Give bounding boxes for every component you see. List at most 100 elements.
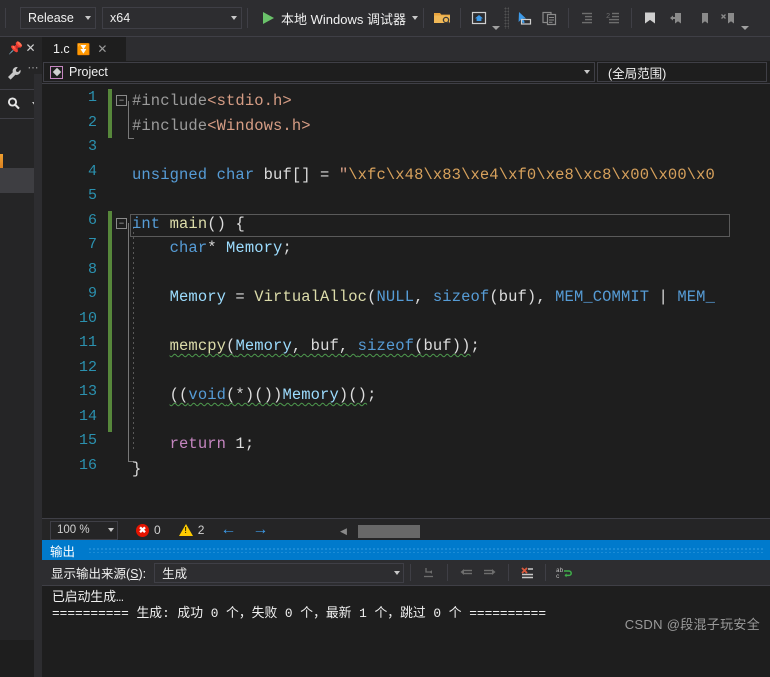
error-count-badge[interactable]: ✖ 0	[136, 523, 161, 537]
line-number: 10	[78, 309, 97, 327]
code-token: sizeof	[357, 337, 415, 355]
code-token: Memory	[235, 337, 292, 355]
open-folder-search-icon[interactable]	[429, 6, 455, 30]
left-dock-header: 📌 ✕	[0, 37, 42, 59]
toolbar-separator	[508, 564, 510, 581]
line-number: 7	[87, 236, 97, 253]
output-source-value: 生成	[162, 567, 188, 581]
project-dropdown[interactable]: Project	[43, 62, 595, 82]
code-line[interactable]: 16}	[42, 457, 770, 482]
project-name: Project	[69, 65, 108, 79]
output-source-label: 显示输出来源(S):	[51, 563, 146, 582]
pin-icon[interactable]: 📌	[8, 40, 23, 56]
outdent-icon[interactable]: 2	[600, 6, 626, 30]
code-token: "	[338, 165, 349, 184]
scroll-left-icon[interactable]: ◀	[340, 526, 347, 537]
toolbar-separator	[545, 564, 547, 581]
toolbar-separator	[630, 8, 632, 28]
copy-lines-icon[interactable]	[537, 6, 563, 30]
scope-dropdown[interactable]: (全局范围)	[597, 62, 767, 82]
wrench-icon	[7, 67, 21, 80]
toolbar-drag-handle[interactable]	[503, 7, 509, 29]
document-tab-1c[interactable]: 1.c ⏬ ✕	[42, 37, 126, 61]
toolbar-overflow-icon[interactable]	[740, 26, 749, 30]
arrow-right-icon[interactable]: →	[252, 522, 268, 538]
fold-collapse-icon[interactable]: −	[116, 95, 127, 106]
output-pane: 输出 显示输出来源(S): 生成 ab c 已启动生成… ========== …	[42, 540, 770, 640]
editor-zone: 1.c ⏬ ✕ Project (全局范围) 1 − #include<stdi…	[42, 37, 770, 541]
code-lines: 1− #include<stdio.h> 2 #include<Windows.h> 3…	[42, 89, 770, 481]
code-line[interactable]: 2 #include<Windows.h>	[42, 114, 770, 139]
line-number: 2	[87, 113, 97, 131]
code-line[interactable]: 13 ((void(*)())Memory)();	[42, 383, 770, 408]
code-line[interactable]: 14	[42, 408, 770, 433]
code-line[interactable]: 15 return 1;	[42, 432, 770, 457]
toolbar-separator	[422, 8, 424, 28]
code-token: return	[169, 435, 227, 453]
code-line[interactable]: 9 Memory = VirtualAlloc(NULL, sizeof(buf…	[42, 285, 770, 310]
code-token: VirtualAlloc	[254, 288, 368, 306]
start-debugging-button[interactable]: 本地 Windows 调试器	[263, 9, 418, 28]
close-icon[interactable]: ✕	[23, 40, 38, 56]
next-message-icon[interactable]	[478, 562, 502, 584]
more-options-icon[interactable]: ⋯	[28, 61, 39, 74]
code-line[interactable]: 10	[42, 310, 770, 335]
line-number: 15	[78, 432, 97, 449]
scrollbar-thumb[interactable]	[357, 525, 420, 538]
code-line[interactable]: 11 memcpy(Memory, buf, sizeof(buf));	[42, 334, 770, 359]
code-line[interactable]: 6 − int main() {	[42, 212, 770, 237]
start-debugging-label: 本地 Windows 调试器	[281, 11, 406, 27]
code-line[interactable]: 8	[42, 261, 770, 286]
clear-all-icon[interactable]	[515, 562, 539, 584]
code-line[interactable]: 1 − #include<stdio.h>	[42, 89, 770, 114]
code-token: main	[169, 214, 208, 233]
code-text: Memory = VirtualAlloc(NULL, sizeof(buf),…	[132, 285, 715, 310]
previous-message-icon[interactable]	[454, 562, 478, 584]
error-circle-icon: ✖	[136, 523, 149, 537]
indent-icon[interactable]	[574, 6, 600, 30]
chevron-down-icon	[108, 528, 114, 532]
code-token: *	[207, 239, 227, 257]
toggle-word-wrap-icon[interactable]: ab c	[552, 562, 576, 584]
arrow-left-icon[interactable]: ←	[220, 522, 236, 538]
goto-message-icon[interactable]	[417, 562, 441, 584]
code-line[interactable]: 7 char* Memory;	[42, 236, 770, 261]
project-icon	[50, 65, 63, 79]
code-token: |	[649, 288, 678, 306]
line-number: 13	[78, 383, 97, 400]
close-icon[interactable]: ✕	[97, 43, 107, 55]
previous-bookmark-icon[interactable]	[663, 6, 689, 30]
fold-collapse-icon[interactable]: −	[116, 217, 127, 229]
output-source-label-pre: 显示输出来源(	[51, 567, 131, 581]
code-line[interactable]: 3	[42, 138, 770, 163]
code-token: int	[132, 214, 161, 233]
bookmark-icon[interactable]	[637, 6, 663, 30]
solution-configuration-combo[interactable]: Release	[20, 7, 96, 29]
code-token: ((	[169, 386, 189, 404]
clear-bookmark-icon[interactable]	[715, 6, 741, 30]
home-screenshot-icon[interactable]	[466, 6, 492, 30]
line-number: 6	[87, 211, 97, 229]
toolbar-overflow-icon[interactable]	[491, 26, 500, 30]
horizontal-scrollbar[interactable]: ◀	[340, 523, 770, 540]
code-line[interactable]: 4 unsigned char buf[] = "\xfc\x48\x83\xe4…	[42, 163, 770, 188]
code-editor-surface[interactable]: 1− #include<stdio.h> 2 #include<Windows.h> 3…	[42, 84, 770, 518]
next-bookmark-icon[interactable]	[689, 6, 715, 30]
line-number: 9	[87, 285, 97, 302]
line-number: 11	[78, 334, 97, 351]
solution-platform-combo[interactable]: x64	[102, 7, 242, 29]
pointer-select-icon[interactable]	[511, 6, 537, 30]
output-source-combo[interactable]: 生成	[154, 562, 405, 583]
code-token: Memory	[282, 386, 339, 404]
code-token: (*)())	[226, 386, 283, 404]
zoom-level-combo[interactable]: 100 %	[50, 520, 118, 540]
code-line[interactable]: 5	[42, 187, 770, 212]
chevron-down-icon[interactable]	[411, 16, 418, 20]
dock-edge	[34, 74, 42, 677]
warning-count-badge[interactable]: 2	[178, 523, 204, 537]
scrollbar-track[interactable]	[349, 525, 770, 538]
code-line[interactable]: 12	[42, 359, 770, 384]
output-pane-title-bar[interactable]: 输出	[42, 540, 770, 560]
pin-icon[interactable]: ⏬	[77, 43, 91, 56]
